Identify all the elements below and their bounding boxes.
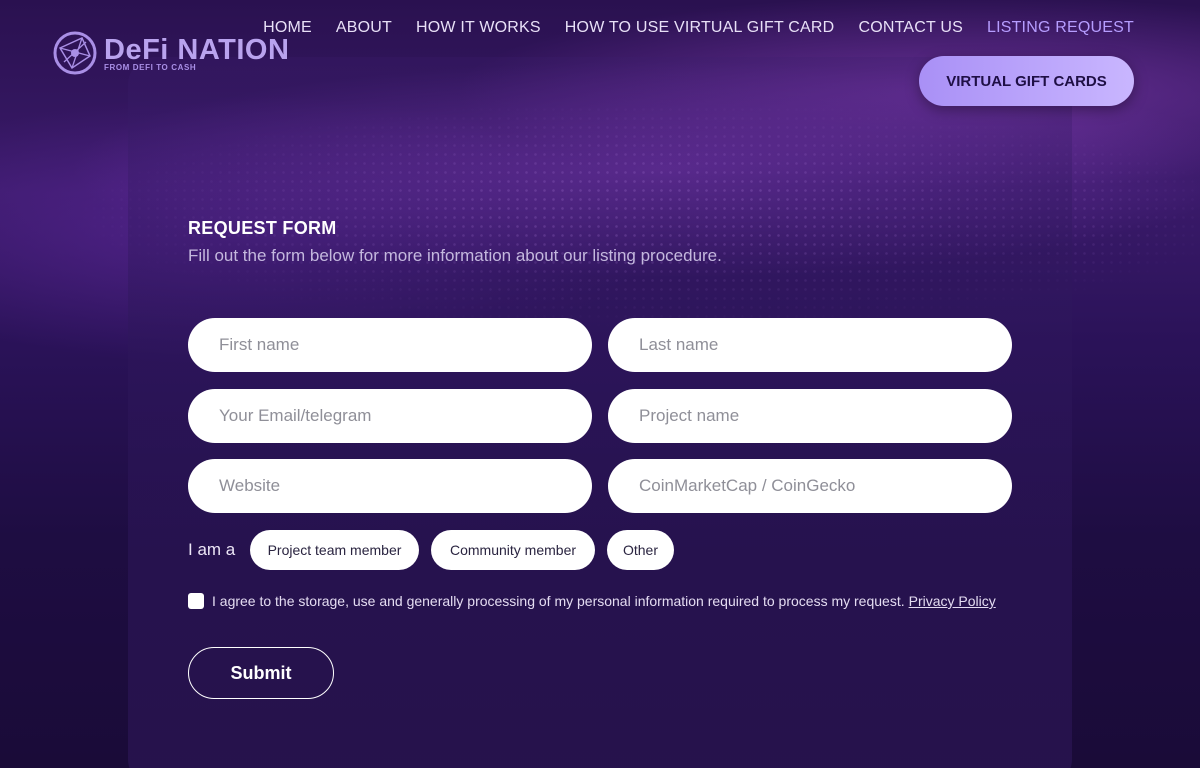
nav-listing-request[interactable]: LISTING REQUEST [987,19,1134,37]
first-name-field[interactable] [188,318,592,372]
brand-logo[interactable]: DeFi NATION FROM DEFI TO CASH [52,30,289,76]
email-field[interactable] [188,389,592,443]
nav-about[interactable]: ABOUT [336,19,392,37]
globe-network-icon [53,31,97,75]
project-name-field[interactable] [608,389,1012,443]
email-input[interactable] [219,406,592,426]
coinmarketcap-input[interactable] [639,476,1012,496]
consent-checkbox[interactable] [188,593,204,609]
first-name-input[interactable] [219,335,592,355]
nav-how-to-use-gift-card[interactable]: HOW TO USE VIRTUAL GIFT CARD [565,19,835,37]
submit-button[interactable]: Submit [188,647,334,699]
role-option-community-member[interactable]: Community member [431,530,595,570]
last-name-field[interactable] [608,318,1012,372]
coinmarketcap-field[interactable] [608,459,1012,513]
role-option-other[interactable]: Other [607,530,674,570]
form-description: Fill out the form below for more informa… [188,246,722,265]
role-label: I am a [188,540,236,559]
project-name-input[interactable] [639,406,1012,426]
brand-name: DeFi NATION [104,33,290,66]
nav-home[interactable]: HOME [263,19,312,37]
virtual-gift-cards-button[interactable]: VIRTUAL GIFT CARDS [919,56,1134,106]
role-option-project-team-member[interactable]: Project team member [250,530,419,570]
consent-row: I agree to the storage, use and generall… [188,593,996,609]
consent-text: I agree to the storage, use and generall… [212,593,905,609]
website-input[interactable] [219,476,592,496]
form-title: REQUEST FORM [188,218,337,238]
main-nav: HOME ABOUT HOW IT WORKS HOW TO USE VIRTU… [263,19,1134,37]
nav-how-it-works[interactable]: HOW IT WORKS [416,19,541,37]
website-field[interactable] [188,459,592,513]
last-name-input[interactable] [639,335,1012,355]
nav-contact-us[interactable]: CONTACT US [858,19,963,37]
privacy-policy-link[interactable]: Privacy Policy [909,593,996,609]
